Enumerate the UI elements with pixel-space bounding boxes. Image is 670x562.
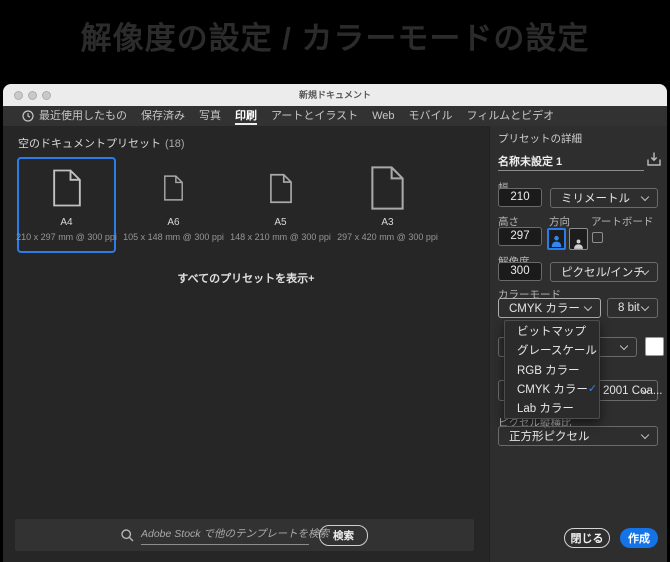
show-all-presets-link[interactable]: すべてのプリセットを表示+: [3, 270, 489, 286]
lesson-banner: 解像度の設定 / カラーモードの設定: [0, 0, 670, 84]
chevron-down-icon: [641, 193, 649, 201]
pixel-aspect-select[interactable]: 正方形ピクセル: [498, 426, 658, 446]
close-button[interactable]: 閉じる: [564, 528, 610, 548]
presets-count: (18): [165, 138, 185, 150]
presets-header: 空のドキュメントプリセット(18): [18, 135, 185, 151]
preset-name: A6: [167, 217, 179, 228]
preset-dimensions: 148 x 210 mm @ 300 ppi: [230, 232, 331, 242]
document-icon: [164, 174, 183, 202]
portrait-icon: [550, 234, 563, 248]
document-icon: [270, 173, 292, 204]
search-placeholder: Adobe Stock で他のテンプレートを検索: [141, 526, 329, 541]
artboard-label: アートボード: [591, 214, 653, 229]
tab-mobile[interactable]: モバイル: [402, 106, 460, 126]
color-mode-select[interactable]: CMYK カラー: [498, 298, 601, 318]
new-document-dialog: 新規ドキュメント 最近使用したもの 保存済み 写真 印刷 アートとイラスト We…: [3, 84, 667, 562]
preset-card-a5[interactable]: A5 148 x 210 mm @ 300 ppi: [231, 157, 330, 253]
stock-search-input[interactable]: Adobe Stock で他のテンプレートを検索: [141, 526, 309, 545]
preset-dimensions: 105 x 148 mm @ 300 ppi: [123, 232, 224, 242]
titlebar: 新規ドキュメント: [3, 84, 667, 106]
resolution-input[interactable]: 300: [498, 262, 542, 281]
preset-card-a6[interactable]: A6 105 x 148 mm @ 300 ppi: [124, 157, 223, 253]
height-input[interactable]: 297: [498, 227, 542, 246]
chevron-down-icon: [641, 431, 649, 439]
close-window-button[interactable]: [14, 91, 23, 100]
document-icon: [53, 168, 81, 208]
clock-icon: [22, 110, 34, 122]
tab-art-illustration[interactable]: アートとイラスト: [264, 106, 365, 126]
tab-web[interactable]: Web: [365, 106, 401, 126]
orientation-label: 方向: [549, 214, 570, 229]
create-button[interactable]: 作成: [620, 528, 658, 548]
chevron-down-icon: [620, 342, 628, 350]
tab-photo[interactable]: 写真: [192, 106, 228, 126]
menu-item-rgb[interactable]: RGB カラー: [505, 360, 599, 379]
checkmark-icon: ✓: [588, 382, 597, 395]
save-preset-icon[interactable]: [645, 150, 663, 168]
document-name-field[interactable]: 名称未設定 1: [498, 153, 644, 171]
preset-name: A3: [381, 217, 393, 228]
tab-saved[interactable]: 保存済み: [134, 106, 192, 126]
preset-card-a4[interactable]: A4 210 x 297 mm @ 300 ppi: [17, 157, 116, 253]
tab-print[interactable]: 印刷: [228, 106, 264, 126]
unit-select[interactable]: ミリメートル: [550, 188, 658, 208]
artboard-checkbox[interactable]: [592, 232, 603, 243]
details-title: プリセットの詳細: [498, 131, 582, 146]
search-button[interactable]: 検索: [319, 525, 368, 546]
bit-depth-select[interactable]: 8 bit: [607, 298, 658, 318]
preset-dimensions: 297 x 420 mm @ 300 ppi: [337, 232, 438, 242]
search-icon: [121, 529, 134, 542]
canvas-color-swatch[interactable]: [645, 337, 664, 356]
chevron-down-icon: [641, 303, 649, 311]
category-tabbar: 最近使用したもの 保存済み 写真 印刷 アートとイラスト Web モバイル フィ…: [3, 106, 667, 126]
color-mode-menu: ビットマップ グレースケール RGB カラー CMYK カラー ✓ Lab カラ…: [504, 320, 600, 419]
preset-dimensions: 210 x 297 mm @ 300 ppi: [16, 232, 117, 242]
orientation-portrait-button[interactable]: [547, 228, 566, 250]
window-title: 新規ドキュメント: [3, 84, 667, 106]
menu-item-grayscale[interactable]: グレースケール: [505, 340, 599, 359]
preset-card-a3[interactable]: A3 297 x 420 mm @ 300 ppi: [338, 157, 437, 253]
minimize-window-button[interactable]: [28, 91, 37, 100]
tab-recent[interactable]: 最近使用したもの: [15, 106, 134, 126]
preset-details-pane: プリセットの詳細 名称未設定 1 幅 210 ミリメートル 高さ 方向 アートボ…: [489, 126, 667, 562]
stock-search-bar: Adobe Stock で他のテンプレートを検索 検索: [15, 519, 474, 551]
orientation-landscape-button[interactable]: [569, 228, 588, 250]
width-input[interactable]: 210: [498, 188, 542, 207]
tab-film-video[interactable]: フィルムとビデオ: [460, 106, 562, 126]
landscape-icon: [572, 238, 585, 249]
lesson-title: 解像度の設定 / カラーモードの設定: [0, 13, 670, 58]
menu-item-bitmap[interactable]: ビットマップ: [505, 321, 599, 340]
menu-item-cmyk[interactable]: CMYK カラー ✓: [505, 379, 599, 398]
menu-item-lab[interactable]: Lab カラー: [505, 399, 599, 418]
presets-pane: 空のドキュメントプリセット(18) A4 210 x 297 mm @ 300 …: [3, 126, 489, 562]
resolution-unit-select[interactable]: ピクセル/インチ: [550, 262, 658, 282]
preset-name: A4: [60, 217, 72, 228]
chevron-down-icon: [584, 303, 592, 311]
zoom-window-button[interactable]: [42, 91, 51, 100]
document-icon: [371, 163, 404, 213]
preset-name: A5: [274, 217, 286, 228]
